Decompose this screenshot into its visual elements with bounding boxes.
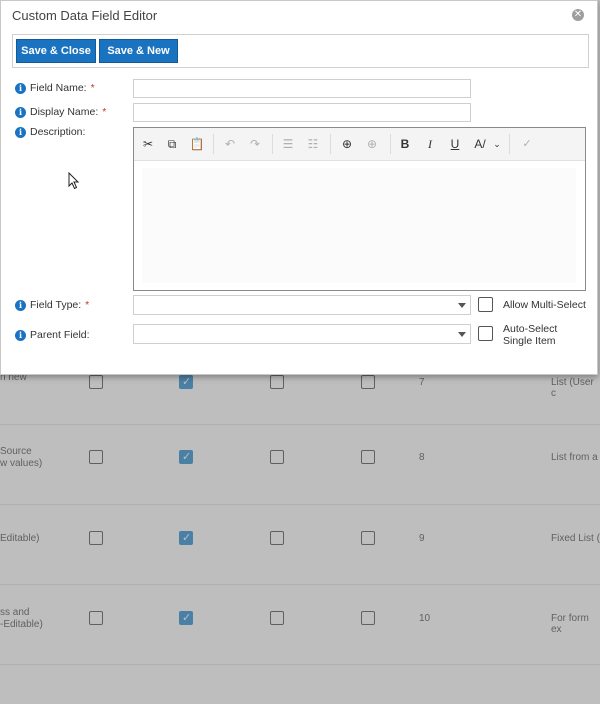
undo-icon[interactable]: ↶ <box>222 136 238 152</box>
underline-button[interactable]: U <box>448 136 462 152</box>
toolbar-divider <box>213 134 214 154</box>
custom-data-field-editor-dialog: Custom Data Field Editor ✕ Save & Close … <box>0 0 598 375</box>
field-name-input[interactable] <box>133 79 471 98</box>
toolbar-divider <box>272 134 273 154</box>
toolbar-divider <box>390 134 391 154</box>
bulleted-list-icon[interactable]: ☷ <box>305 136 321 152</box>
field-name-label-row: i Field Name: * <box>15 82 95 94</box>
toolbar-divider <box>509 134 510 154</box>
display-name-input[interactable] <box>133 103 471 122</box>
field-type-label-row: i Field Type: * <box>15 299 89 311</box>
toolbar-divider <box>330 134 331 154</box>
editor-toolbar: ✂ ⧉ 📋 ↶ ↷ ☰ ☷ ⊕ ⊕ B I U A/ ⌄ ✓ <box>134 128 585 161</box>
dialog-toolbar: Save & Close Save & New <box>12 34 589 68</box>
parent-field-label-row: i Parent Field: <box>15 329 90 341</box>
dropdown-arrow-icon <box>458 303 466 308</box>
insert-link-icon[interactable]: ⊕ <box>339 136 355 152</box>
auto-select-label-line1: Auto-Select <box>503 323 558 335</box>
parent-field-label: Parent Field: <box>30 329 90 341</box>
parent-field-select[interactable] <box>133 324 471 344</box>
info-icon[interactable]: i <box>15 126 26 138</box>
mouse-cursor-icon <box>68 172 80 190</box>
field-type-select[interactable] <box>133 295 471 315</box>
description-rich-text-editor[interactable]: ✂ ⧉ 📋 ↶ ↷ ☰ ☷ ⊕ ⊕ B I U A/ ⌄ ✓ <box>133 127 586 291</box>
info-icon[interactable]: i <box>15 329 26 341</box>
dropdown-arrow-icon <box>458 332 466 337</box>
info-icon[interactable]: i <box>15 299 26 311</box>
save-new-button[interactable]: Save & New <box>99 39 178 63</box>
bold-button[interactable]: B <box>398 136 412 152</box>
remove-link-icon[interactable]: ⊕ <box>364 136 380 152</box>
cut-icon[interactable]: ✂ <box>140 136 156 152</box>
auto-select-label-line2: Single Item <box>503 335 556 347</box>
close-icon[interactable]: ✕ <box>572 9 584 21</box>
info-icon[interactable]: i <box>15 106 26 118</box>
display-name-label: Display Name: <box>30 106 99 118</box>
required-marker: * <box>85 299 90 311</box>
editor-content-area[interactable] <box>142 168 576 283</box>
required-marker: * <box>90 82 95 94</box>
info-icon[interactable]: i <box>15 82 26 94</box>
numbered-list-icon[interactable]: ☰ <box>280 136 296 152</box>
allow-multi-select-checkbox[interactable] <box>478 297 493 312</box>
spellcheck-icon[interactable]: ✓ <box>518 136 536 152</box>
paste-icon[interactable]: 📋 <box>189 136 205 152</box>
field-type-label: Field Type: <box>30 299 82 311</box>
italic-button[interactable]: I <box>423 136 437 152</box>
description-label: Description: <box>30 126 86 138</box>
field-name-label: Field Name: <box>30 82 87 94</box>
font-color-icon[interactable]: A/ <box>472 136 488 152</box>
auto-select-label: Auto-Select Single Item <box>503 323 557 347</box>
copy-icon[interactable]: ⧉ <box>164 136 180 152</box>
dialog-title: Custom Data Field Editor <box>12 8 158 23</box>
display-name-label-row: i Display Name: * <box>15 106 106 118</box>
chevron-down-icon[interactable]: ⌄ <box>492 136 502 152</box>
redo-icon[interactable]: ↷ <box>247 136 263 152</box>
allow-multi-select-label: Allow Multi-Select <box>503 299 586 311</box>
description-label-row: i Description: <box>15 126 85 138</box>
auto-select-checkbox[interactable] <box>478 326 493 341</box>
required-marker: * <box>102 106 107 118</box>
save-close-button[interactable]: Save & Close <box>16 39 96 63</box>
